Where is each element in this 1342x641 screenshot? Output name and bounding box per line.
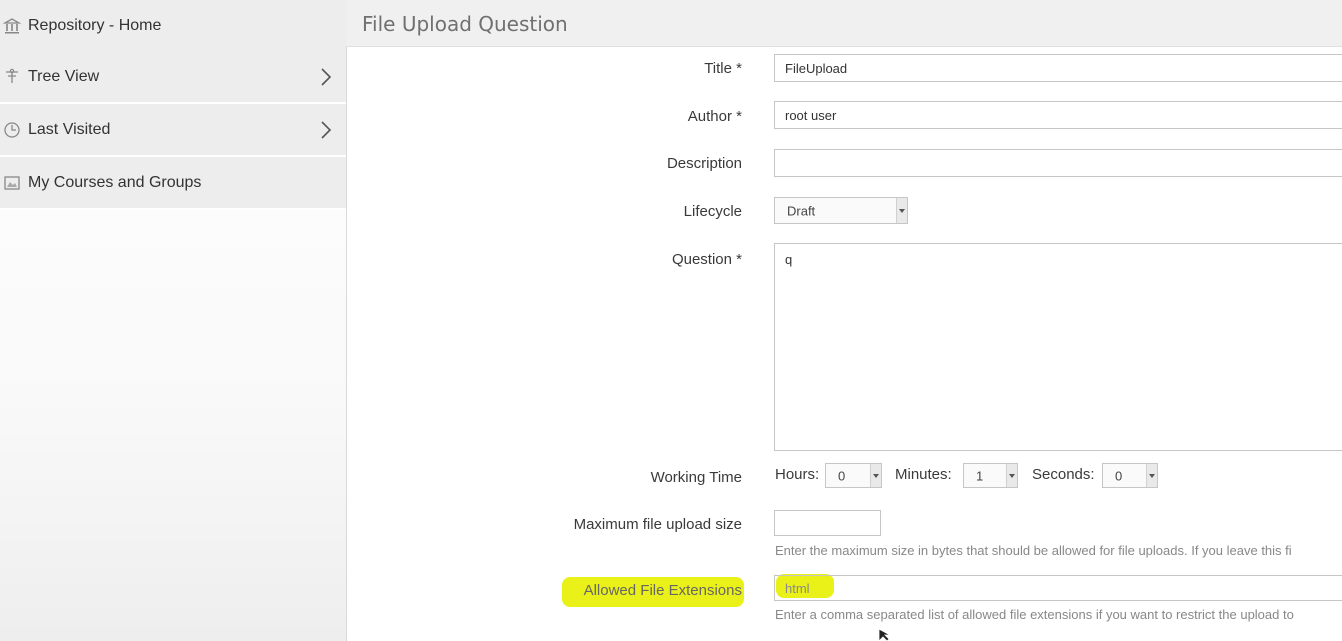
courses-icon — [4, 175, 20, 190]
minutes-label: Minutes: — [895, 466, 952, 483]
chevron-down-icon — [870, 464, 881, 487]
sidebar-item-label: Last Visited — [28, 120, 111, 138]
sidebar-item-label: Repository - Home — [28, 16, 162, 34]
author-label: Author * — [687, 108, 742, 125]
lifecycle-selected-value: Draft — [787, 203, 816, 218]
hours-label: Hours: — [775, 466, 820, 483]
description-label: Description — [666, 155, 742, 172]
tree-view-icon — [6, 68, 18, 83]
chevron-down-icon — [896, 198, 907, 223]
repository-icon — [3, 17, 21, 33]
sidebar-item-tree-view[interactable]: Tree View — [0, 51, 346, 104]
chevron-right-icon — [321, 67, 332, 86]
sidebar: Repository - Home Tree View Last Visited… — [0, 0, 347, 641]
allowed-extensions-input[interactable]: html — [774, 575, 1342, 601]
seconds-selected-value: 0 — [1115, 468, 1123, 483]
description-input[interactable] — [774, 149, 1342, 177]
minutes-select[interactable]: 1 — [963, 463, 1018, 488]
lifecycle-select[interactable]: Draft — [774, 197, 908, 224]
sidebar-item-my-courses-and-groups[interactable]: My Courses and Groups — [0, 157, 346, 210]
max-file-size-help: Enter the maximum size in bytes that sho… — [775, 543, 1292, 558]
page-header: File Upload Question — [346, 0, 1342, 47]
allowed-extensions-help: Enter a comma separated list of allowed … — [775, 607, 1294, 622]
working-time-label: Working Time — [650, 469, 742, 486]
max-file-size-label: Maximum file upload size — [573, 516, 742, 533]
max-file-size-input[interactable] — [774, 510, 881, 536]
seconds-select[interactable]: 0 — [1102, 463, 1158, 488]
sidebar-item-repository-home[interactable]: Repository - Home — [0, 0, 346, 53]
question-label: Question * — [671, 251, 742, 268]
sidebar-item-last-visited[interactable]: Last Visited — [0, 104, 346, 157]
title-label: Title * — [704, 60, 742, 77]
sidebar-item-label: Tree View — [28, 67, 100, 85]
page-title: File Upload Question — [362, 12, 568, 36]
hours-selected-value: 0 — [838, 468, 846, 483]
lifecycle-label: Lifecycle — [683, 203, 742, 220]
clock-icon — [4, 121, 20, 138]
seconds-label: Seconds: — [1032, 466, 1095, 483]
title-input[interactable]: FileUpload — [774, 54, 1342, 82]
author-input[interactable]: root user — [774, 101, 1342, 129]
chevron-down-icon — [1006, 464, 1017, 487]
chevron-right-icon — [321, 120, 332, 139]
chevron-down-icon — [1146, 464, 1157, 487]
question-textarea[interactable]: q — [774, 243, 1342, 451]
allowed-extensions-label: Allowed File Extensions — [583, 582, 742, 599]
hours-select[interactable]: 0 — [825, 463, 882, 488]
mouse-cursor-icon — [878, 628, 891, 641]
sidebar-item-label: My Courses and Groups — [28, 173, 202, 191]
minutes-selected-value: 1 — [976, 468, 984, 483]
